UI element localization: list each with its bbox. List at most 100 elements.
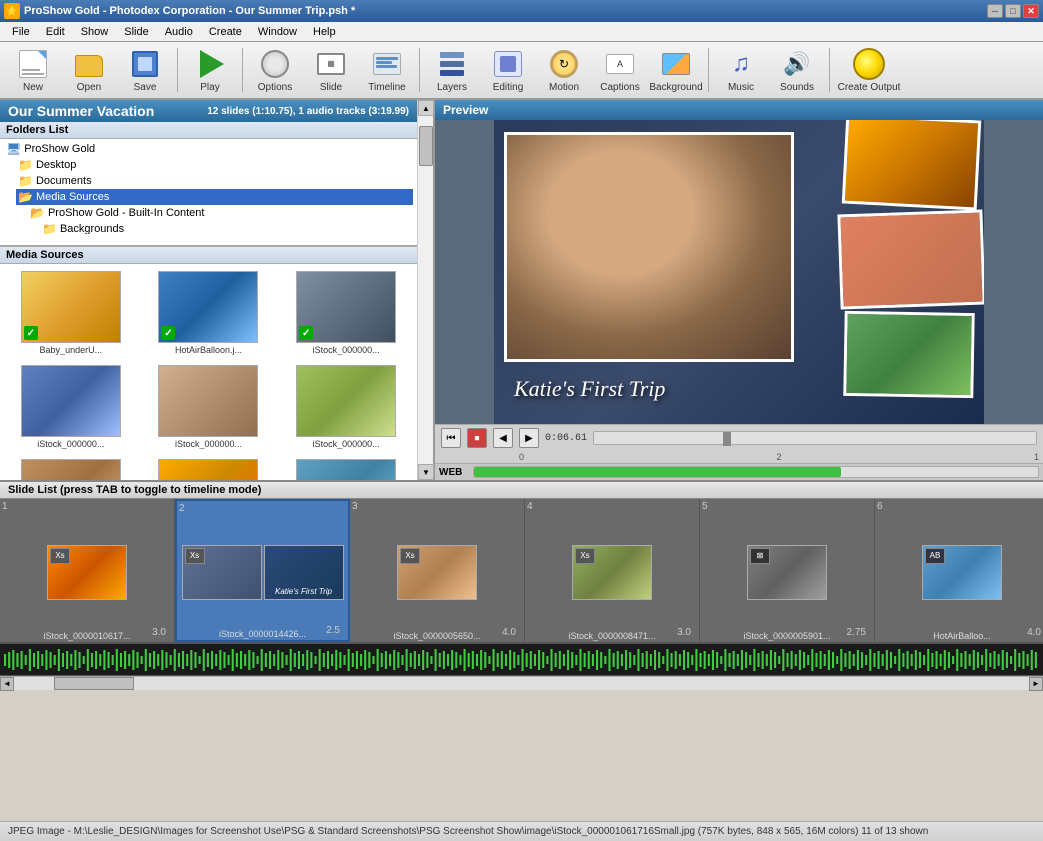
menu-edit[interactable]: Edit (38, 25, 73, 39)
prev-frame-button[interactable]: ◀ (493, 428, 513, 448)
scroll-thumb[interactable] (419, 126, 433, 166)
left-panel-scrollbar[interactable]: ▲ ▼ (417, 100, 433, 480)
folder-icon-media: 📂 (18, 190, 33, 204)
media-thumb-baby2[interactable]: iStock_000000... (142, 362, 276, 452)
menu-audio[interactable]: Audio (157, 25, 201, 39)
slide-name-3: iStock_0000005650... (391, 630, 482, 642)
open-button[interactable]: Open (62, 44, 116, 96)
timeline-label: Timeline (368, 82, 405, 93)
folder-icon-backgrounds: 📁 (42, 222, 57, 234)
slide-item-3[interactable]: 3 Xs iStock_0000005650... 4.0 (350, 499, 525, 642)
minimize-button[interactable]: ─ (987, 4, 1003, 18)
tick-1: 1 (1029, 452, 1039, 462)
h-scrollbar: ◄ ► (0, 676, 1043, 690)
slide-item-1[interactable]: 1 Xs iStock_0000010617... 3.0 (0, 499, 175, 642)
menu-help[interactable]: Help (305, 25, 344, 39)
playback-bar: ⏮ ⏹ ◀ ▶ 0:06.61 (435, 424, 1043, 451)
thumb-check-balloon: ✓ (161, 326, 175, 340)
next-frame-button[interactable]: ▶ (519, 428, 539, 448)
media-thumb-field[interactable]: iStock_000000... (279, 362, 413, 452)
toolbar-sep-1 (177, 48, 178, 92)
media-thumb-baseball[interactable]: iStock_000000... (4, 456, 138, 480)
editing-icon (492, 48, 524, 80)
menu-show[interactable]: Show (73, 25, 117, 39)
pb-timeline[interactable] (593, 431, 1037, 445)
slide-button[interactable]: ▦ Slide (304, 44, 358, 96)
sounds-button[interactable]: 🔊 Sounds (770, 44, 824, 96)
save-button[interactable]: Save (118, 44, 172, 96)
menu-file[interactable]: File (4, 25, 38, 39)
media-thumb-couple[interactable]: ✓ iStock_000000... (279, 268, 413, 358)
h-scroll-right-btn[interactable]: ► (1029, 677, 1043, 691)
h-scroll-left-btn[interactable]: ◄ (0, 677, 14, 691)
tree-label-documents: Documents (36, 175, 92, 187)
menu-window[interactable]: Window (250, 25, 305, 39)
captions-button[interactable]: A Captions (593, 44, 647, 96)
motion-icon: ↻ (548, 48, 580, 80)
titlebar-left: ⭐ ProShow Gold - Photodex Corporation - … (4, 3, 355, 19)
media-header: Media Sources (0, 247, 417, 264)
music-button[interactable]: ♫ Music (714, 44, 768, 96)
media-thumb-flower[interactable]: iStock_000000... (142, 456, 276, 480)
waveform-bar (0, 644, 1043, 676)
slide-thumb-1 (842, 120, 982, 210)
motion-button[interactable]: ↻ Motion (537, 44, 591, 96)
new-button[interactable]: New (6, 44, 60, 96)
tree-item-desktop[interactable]: 📁 Desktop (16, 157, 413, 173)
pb-time: 0:06.61 (545, 433, 587, 444)
editing-button[interactable]: Editing (481, 44, 535, 96)
slide-mini-4: Xs (572, 545, 652, 600)
slide-thumb-row-5: ⊠ (745, 514, 829, 630)
media-thumb-balloon[interactable]: ✓ HotAirBalloon.j... (142, 268, 276, 358)
captions-label: Captions (600, 82, 639, 93)
close-button[interactable]: ✕ (1023, 4, 1039, 18)
media-thumb-girl[interactable]: iStock_000000... (279, 456, 413, 480)
options-button[interactable]: Options (248, 44, 302, 96)
tree-item-proshow[interactable]: 🖥 ProShow Gold (4, 141, 413, 157)
tree-item-media-sources[interactable]: 📂 Media Sources (16, 189, 413, 205)
menu-slide[interactable]: Slide (116, 25, 156, 39)
sounds-label: Sounds (780, 82, 814, 93)
slide-item-6[interactable]: 6 AB HotAirBalloo... 4.0 (875, 499, 1043, 642)
thumb-label-field: iStock_000000... (313, 439, 380, 449)
web-progress-track (473, 466, 1039, 478)
scroll-up-btn[interactable]: ▲ (418, 100, 434, 116)
show-title-bar: Our Summer Vacation 12 slides (1:10.75),… (0, 100, 417, 122)
slide-item-4[interactable]: 4 Xs iStock_0000008471... 3.0 (525, 499, 700, 642)
slide-mini-3: Xs (397, 545, 477, 600)
slide-item-2[interactable]: 2 Xs Katie's First Trip iStock_000001442… (175, 499, 350, 642)
media-thumb-baby[interactable]: ✓ Baby_underU... (4, 268, 138, 358)
slide-num-2: 2 (177, 501, 187, 516)
slide-motion-icon-3: Xs (400, 548, 420, 564)
tree-item-backgrounds[interactable]: 📁 Backgrounds (40, 221, 413, 234)
scroll-down-btn[interactable]: ▼ (418, 464, 434, 480)
folders-header: Folders List (0, 122, 417, 139)
show-title: Our Summer Vacation (8, 103, 154, 119)
titlebar: ⭐ ProShow Gold - Photodex Corporation - … (0, 0, 1043, 22)
slide-photo-person (507, 135, 791, 359)
upper-area: Our Summer Vacation 12 slides (1:10.75),… (0, 100, 1043, 480)
slide-item-5[interactable]: 5 ⊠ iStock_0000005901... 2.75 (700, 499, 875, 642)
media-thumb-kids[interactable]: iStock_000000... (4, 362, 138, 452)
menu-create[interactable]: Create (201, 25, 250, 39)
rewind-button[interactable]: ⏮ (441, 428, 461, 448)
stop-button[interactable]: ⏹ (467, 428, 487, 448)
maximize-button[interactable]: □ (1005, 4, 1021, 18)
thumb-check-baby: ✓ (24, 326, 38, 340)
thumb-img-balloon: ✓ (158, 271, 258, 343)
play-button[interactable]: Play (183, 44, 237, 96)
create-output-button[interactable]: Create Output (835, 44, 903, 96)
thumb-img-kids (21, 365, 121, 437)
titlebar-controls[interactable]: ─ □ ✕ (987, 4, 1039, 18)
timeline-button[interactable]: Timeline (360, 44, 414, 96)
layers-button[interactable]: Layers (425, 44, 479, 96)
preview-area: Katie's First Trip (435, 120, 1043, 424)
tick-0: 0 (519, 452, 529, 462)
slide-name-1: iStock_0000010617... (41, 630, 132, 642)
thumb-img-couple: ✓ (296, 271, 396, 343)
h-scroll-thumb[interactable] (54, 677, 134, 690)
tree-item-documents[interactable]: 📁 Documents (16, 173, 413, 189)
slide-dur-6: 4.0 (1025, 625, 1043, 640)
tree-item-builtin[interactable]: 📂 ProShow Gold - Built-In Content (28, 205, 413, 221)
background-button[interactable]: Background (649, 44, 703, 96)
